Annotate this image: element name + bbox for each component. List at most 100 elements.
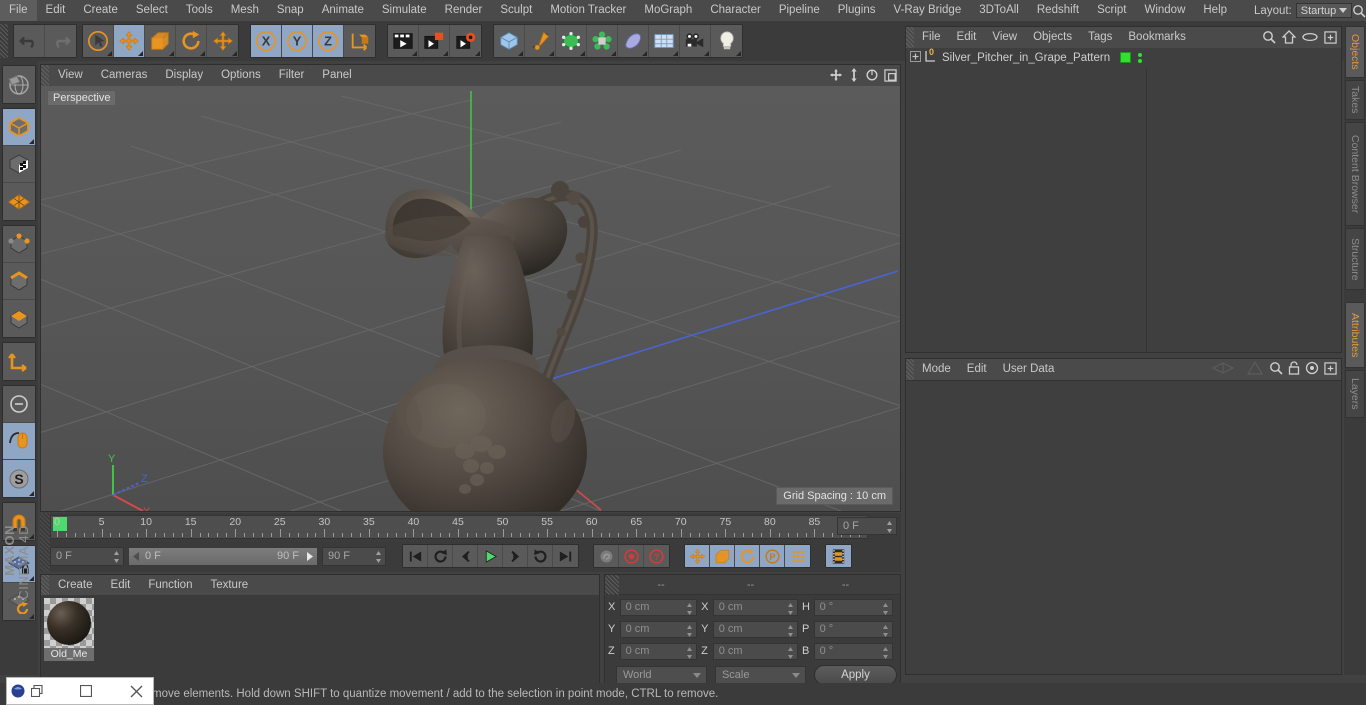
size-field-y[interactable]: 0 cm [712,620,798,638]
lock-icon[interactable] [1288,361,1300,378]
close-window-icon[interactable] [121,678,154,704]
y-axis-icon[interactable]: Y [282,25,313,57]
deformer-icon[interactable] [618,25,649,57]
menu-animate[interactable]: Animate [313,0,373,21]
range-right-arrow-icon[interactable] [305,551,314,561]
menu-script[interactable]: Script [1088,0,1135,21]
maximize-viewport-icon[interactable] [884,68,897,85]
tag-dots-icon[interactable] [1135,52,1145,63]
mouse-tweak-icon[interactable] [3,423,35,460]
step-back-icon[interactable] [453,545,478,567]
menu-snap[interactable]: Snap [268,0,313,21]
menu-file[interactable]: File [0,0,37,21]
material-menu-create[interactable]: Create [49,575,102,595]
range-left-arrow-icon[interactable] [132,551,141,561]
dock-tab-structure[interactable]: Structure [1345,228,1365,290]
search-icon[interactable] [1262,30,1276,47]
target-icon[interactable] [1305,361,1319,378]
viewport-3d-canvas[interactable]: Perspective Grid Spacing : 10 cm Y X Z [41,86,900,511]
rotation-field-h[interactable]: 0 ° [813,598,893,616]
point-mode-icon[interactable] [3,226,35,263]
viewport-menu-cameras[interactable]: Cameras [92,65,157,86]
apply-button[interactable]: Apply [813,665,897,685]
pan-viewport-icon[interactable] [829,68,843,85]
menu-window[interactable]: Window [1135,0,1194,21]
menu-help[interactable]: Help [1194,0,1236,21]
size-field-z[interactable]: 0 cm [712,642,798,660]
material-item[interactable]: Old_Me [44,598,94,661]
param-key-icon[interactable]: P [760,545,785,567]
dock-tab-layers[interactable]: Layers [1345,370,1365,418]
autokey-icon[interactable] [594,545,619,567]
dolly-viewport-icon[interactable] [848,68,860,85]
spinner-icon[interactable] [787,624,794,638]
play-icon[interactable] [478,545,503,567]
back-nav-icon[interactable] [1211,361,1241,378]
go-to-end-icon[interactable] [553,545,578,567]
position-field-x[interactable]: 0 cm [619,598,698,616]
scale-icon[interactable] [145,25,176,57]
world-object-coords-icon[interactable] [344,25,375,57]
max-frame-field[interactable]: 90 F [322,546,386,566]
attribute-menu-edit[interactable]: Edit [959,359,995,380]
layout-select[interactable]: Startup [1295,3,1352,18]
material-menu-texture[interactable]: Texture [201,575,257,595]
render-view-icon[interactable] [388,25,419,57]
object-drag-handle[interactable] [906,27,914,48]
timeline-drag-handle[interactable] [40,513,50,572]
eye-icon[interactable] [1302,31,1318,46]
position-field-z[interactable]: 0 cm [619,642,698,660]
timeline-toggle-icon[interactable] [826,545,851,567]
menu-pipeline[interactable]: Pipeline [770,0,829,21]
floor-environment-icon[interactable] [649,25,680,57]
make-editable-icon[interactable] [3,66,35,103]
move-duplicate-icon[interactable] [207,25,238,57]
menu-sculpt[interactable]: Sculpt [491,0,541,21]
dock-tab-attributes[interactable]: Attributes [1345,302,1365,368]
preview-range-bar[interactable]: 0 F 90 F [128,546,318,566]
viewport-menu-display[interactable]: Display [156,65,212,86]
menu-redshift[interactable]: Redshift [1028,0,1088,21]
menu-mesh[interactable]: Mesh [222,0,268,21]
attribute-menu-mode[interactable]: Mode [914,359,959,380]
material-tag-icon[interactable] [1120,52,1132,63]
camera-icon[interactable] [680,25,711,57]
current-frame-field[interactable]: 0 F [50,546,124,566]
dock-tab-content-browser[interactable]: Content Browser [1345,122,1365,226]
timeline-ruler[interactable]: 051015202530354045505560657075808590 [50,515,868,539]
forward-nav-icon[interactable] [1246,360,1264,378]
go-to-start-icon[interactable] [403,545,428,567]
maximize-window-icon[interactable] [70,678,103,704]
spinner-icon[interactable] [686,646,693,660]
material-drag-handle[interactable] [41,575,49,595]
viewport-drag-handle[interactable] [41,65,49,86]
coordinate-mode-select[interactable]: Scale [714,666,806,684]
spinner-icon[interactable] [882,602,889,616]
spinner-icon[interactable] [886,520,893,534]
scale-key-icon[interactable] [710,545,735,567]
model-mode-icon[interactable] [3,109,35,146]
spinner-icon[interactable] [113,550,120,564]
loop-forward-icon[interactable] [528,545,553,567]
size-field-x[interactable]: 0 cm [712,598,798,616]
object-menu-edit[interactable]: Edit [949,27,985,48]
position-field-y[interactable]: 0 cm [619,620,698,638]
viewport-menu-filter[interactable]: Filter [270,65,314,86]
enable-axis-icon[interactable] [3,343,35,380]
expand-icon[interactable] [1324,30,1337,47]
expand-icon[interactable] [1324,361,1337,378]
spinner-icon[interactable] [787,602,794,616]
viewport-solo-icon[interactable] [3,386,35,423]
menu-3dtoall[interactable]: 3DToAll [970,0,1028,21]
object-menu-tags[interactable]: Tags [1080,27,1120,48]
z-axis-icon[interactable]: Z [313,25,344,57]
render-settings-icon[interactable] [450,25,481,57]
viewport-menu-options[interactable]: Options [212,65,270,86]
rotate-viewport-icon[interactable] [865,68,879,85]
object-menu-bookmarks[interactable]: Bookmarks [1120,27,1194,48]
render-region-icon[interactable] [419,25,450,57]
menu-render[interactable]: Render [436,0,492,21]
redo-icon[interactable] [45,25,76,57]
menu-edit[interactable]: Edit [37,0,75,21]
object-menu-objects[interactable]: Objects [1025,27,1080,48]
